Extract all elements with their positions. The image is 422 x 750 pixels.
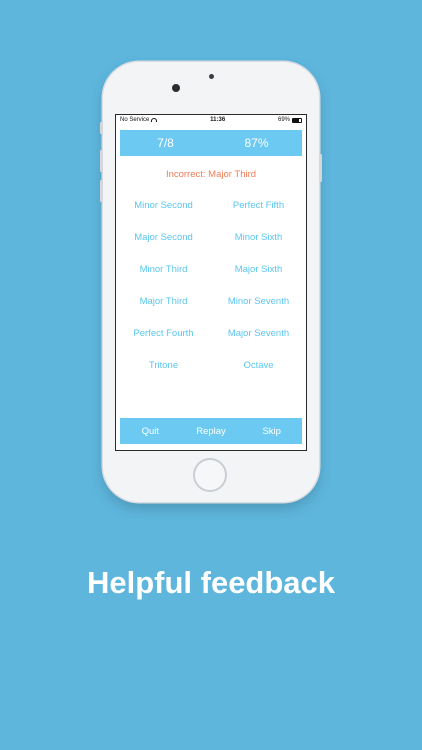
status-right: 69% — [278, 117, 302, 123]
interval-button-minor-sixth[interactable]: Minor Sixth — [211, 232, 306, 264]
interval-button-perfect-fifth[interactable]: Perfect Fifth — [211, 200, 306, 232]
status-bar: No Service 11:36 69% — [116, 115, 306, 125]
mute-switch — [100, 122, 103, 134]
interval-grid: Minor Second Perfect Fifth Major Second … — [116, 200, 306, 392]
quit-button[interactable]: Quit — [120, 426, 181, 437]
interval-button-octave[interactable]: Octave — [211, 360, 306, 392]
interval-button-minor-second[interactable]: Minor Second — [116, 200, 211, 232]
home-button[interactable] — [193, 458, 227, 492]
interval-button-minor-third[interactable]: Minor Third — [116, 264, 211, 296]
volume-up-button — [100, 150, 103, 172]
phone-frame: No Service 11:36 69% 7/8 87% Incorrect: … — [100, 62, 322, 502]
battery-fill — [293, 118, 299, 122]
interval-button-major-third[interactable]: Major Third — [116, 296, 211, 328]
control-bar: Quit Replay Skip — [120, 418, 302, 444]
skip-button[interactable]: Skip — [241, 426, 302, 437]
score-percent: 87% — [244, 136, 269, 150]
replay-button[interactable]: Replay — [181, 426, 242, 437]
score-count: 7/8 — [157, 136, 174, 150]
interval-button-perfect-fourth[interactable]: Perfect Fourth — [116, 328, 211, 360]
proximity-sensor — [209, 74, 214, 79]
power-button — [319, 154, 322, 182]
interval-button-major-second[interactable]: Major Second — [116, 232, 211, 264]
interval-button-minor-seventh[interactable]: Minor Seventh — [211, 296, 306, 328]
feedback-message: Incorrect: Major Third — [165, 169, 257, 180]
interval-button-tritone[interactable]: Tritone — [116, 360, 211, 392]
wifi-icon — [151, 118, 158, 122]
status-time: 11:36 — [210, 117, 226, 123]
status-left: No Service — [120, 117, 158, 123]
carrier-label: No Service — [120, 117, 150, 123]
interval-button-major-sixth[interactable]: Major Sixth — [211, 264, 306, 296]
app-screen: No Service 11:36 69% 7/8 87% Incorrect: … — [115, 114, 307, 451]
volume-down-button — [100, 180, 103, 202]
promo-caption: Helpful feedback — [86, 565, 336, 600]
front-camera-icon — [172, 84, 180, 92]
battery-icon — [292, 117, 302, 123]
score-bar: 7/8 87% — [120, 130, 302, 156]
interval-button-major-seventh[interactable]: Major Seventh — [211, 328, 306, 360]
battery-percent: 69% — [277, 117, 290, 123]
